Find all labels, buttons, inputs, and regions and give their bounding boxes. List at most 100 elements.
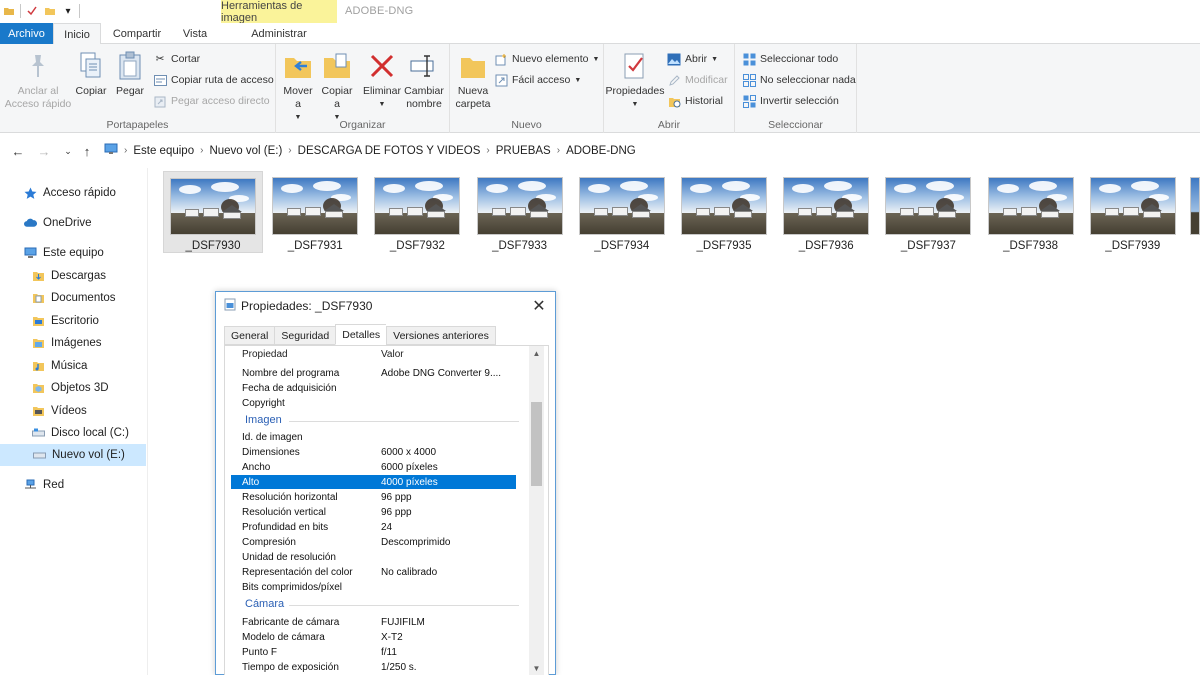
property-row[interactable]: Fecha de adquisición [231, 381, 516, 395]
tab-security[interactable]: Seguridad [274, 326, 336, 345]
paste-shortcut-button[interactable]: Pegar acceso directo [153, 93, 270, 109]
property-row[interactable]: Modelo de cámara X-T2 [231, 630, 516, 644]
property-row[interactable]: Unidad de resolución [231, 550, 516, 564]
close-icon[interactable]: ✕ [529, 296, 549, 316]
nav-item-desktop[interactable]: Escritorio [32, 310, 99, 332]
chevron-right-icon[interactable]: › [288, 145, 291, 156]
tab-home[interactable]: Inicio [53, 23, 101, 45]
pin-quick-access-button[interactable]: Anclar al Acceso rápido [4, 50, 72, 111]
property-row[interactable]: Nombre del programa Adobe DNG Converter … [231, 366, 516, 380]
up-arrow-icon[interactable]: ↑ [80, 143, 94, 159]
select-all-button[interactable]: Seleccionar todo [742, 51, 838, 67]
property-row[interactable]: Copyright [231, 396, 516, 410]
nav-item-this-pc[interactable]: Este equipo [24, 242, 104, 264]
tab-previous-versions[interactable]: Versiones anteriores [386, 326, 496, 345]
property-row[interactable]: Bits comprimidos/píxel [231, 580, 516, 594]
breadcrumb-item[interactable]: DESCARGA DE FOTOS Y VIDEOS [298, 145, 481, 157]
chevron-right-icon[interactable]: › [124, 145, 127, 156]
history-button[interactable]: Historial [667, 93, 723, 109]
file-item[interactable]: _DSF7932 [367, 171, 467, 253]
property-row[interactable]: Tiempo de exposición 1/250 s. [231, 660, 516, 674]
chevron-right-icon[interactable]: › [557, 145, 560, 156]
file-item[interactable]: _DSF7931 [265, 171, 365, 253]
breadcrumb-item[interactable]: ADOBE-DNG [566, 145, 636, 157]
back-arrow-icon[interactable]: ← [11, 143, 25, 159]
computer-icon [24, 247, 37, 260]
tab-manage[interactable]: Administrar [232, 23, 326, 44]
breadcrumb-item[interactable]: PRUEBAS [496, 145, 551, 157]
property-row[interactable]: Dimensiones 6000 x 4000 [231, 445, 516, 459]
property-row[interactable]: Compresión Descomprimido [231, 535, 516, 549]
file-item[interactable]: _DSF7930 [163, 171, 263, 253]
new-item-button[interactable]: Nuevo elemento ▼ [494, 51, 599, 67]
copy-button[interactable]: Copiar [74, 50, 108, 98]
property-key: Nombre del programa [242, 367, 340, 379]
nav-item-local-disk-c[interactable]: Disco local (C:) [32, 422, 129, 444]
scroll-up-arrow-icon[interactable]: ▲ [529, 346, 544, 361]
tab-share[interactable]: Compartir [108, 23, 166, 44]
column-header-value[interactable]: Valor [381, 349, 404, 360]
open-button[interactable]: Abrir ▼ [667, 51, 718, 67]
nav-item-videos[interactable]: Vídeos [32, 400, 87, 422]
easy-access-button[interactable]: Fácil acceso ▼ [494, 72, 581, 88]
property-row-selected[interactable]: Alto 4000 píxeles [231, 475, 516, 489]
file-thumbnail-partial[interactable] [1190, 177, 1200, 235]
select-none-button[interactable]: No seleccionar nada [742, 72, 856, 88]
rename-button[interactable]: Cambiar nombre [404, 50, 444, 111]
nav-item-downloads[interactable]: Descargas [32, 265, 106, 287]
tab-general[interactable]: General [224, 326, 275, 345]
vertical-scrollbar[interactable]: ▲ ▼ [529, 346, 544, 675]
recent-locations-chevron-icon[interactable]: ⌄ [61, 143, 75, 159]
move-to-button[interactable]: Mover a ▼ [282, 50, 314, 124]
breadcrumb-item[interactable]: Este equipo [133, 145, 194, 157]
new-folder-button[interactable]: Nueva carpeta [455, 50, 491, 111]
property-row[interactable]: Punto F f/11 [231, 645, 516, 659]
tab-details[interactable]: Detalles [335, 324, 387, 345]
paste-button[interactable]: Pegar [114, 50, 146, 98]
properties-check-icon[interactable] [25, 4, 39, 18]
nav-item-pictures[interactable]: Imágenes [32, 332, 102, 354]
scroll-down-arrow-icon[interactable]: ▼ [529, 661, 544, 675]
scrollbar-thumb[interactable] [531, 402, 542, 486]
copy-to-button[interactable]: Copiar a ▼ [320, 50, 354, 124]
new-folder-icon[interactable] [43, 4, 57, 18]
file-item[interactable]: _DSF7938 [981, 171, 1081, 253]
file-item[interactable]: _DSF7937 [878, 171, 978, 253]
column-header-property[interactable]: Propiedad [242, 349, 288, 360]
chevron-right-icon[interactable]: › [200, 145, 203, 156]
nav-item-3d-objects[interactable]: Objetos 3D [32, 377, 109, 399]
file-item[interactable]: _DSF7939 [1083, 171, 1183, 253]
nav-item-network[interactable]: Red [24, 474, 64, 496]
edit-button[interactable]: Modificar [667, 72, 728, 88]
nav-item-onedrive[interactable]: OneDrive [24, 212, 92, 234]
delete-button[interactable]: Eliminar ▼ [363, 50, 401, 111]
chevron-right-icon[interactable]: › [486, 145, 489, 156]
file-item[interactable]: _DSF7936 [776, 171, 876, 253]
file-item[interactable]: _DSF7933 [470, 171, 570, 253]
nav-item-quick-access[interactable]: Acceso rápido [24, 182, 116, 204]
property-row[interactable]: Profundidad en bits 24 [231, 520, 516, 534]
property-row[interactable]: Resolución horizontal 96 ppp [231, 490, 516, 504]
properties-button[interactable]: Propiedades ▼ [606, 50, 664, 111]
breadcrumb-item[interactable]: Nuevo vol (E:) [209, 145, 282, 157]
nav-item-music[interactable]: Música [32, 355, 87, 377]
file-item[interactable]: _DSF7935 [674, 171, 774, 253]
property-row[interactable]: Fabricante de cámara FUJIFILM [231, 615, 516, 629]
tab-file[interactable]: Archivo [0, 23, 53, 44]
file-item[interactable]: _DSF7934 [572, 171, 672, 253]
nav-item-new-volume-e[interactable]: Nuevo vol (E:) [0, 444, 146, 466]
cut-button[interactable]: ✂ Cortar [153, 51, 201, 67]
invert-selection-button[interactable]: Invertir selección [742, 93, 839, 109]
folder-icon[interactable] [2, 4, 16, 18]
property-row[interactable]: Id. de imagen [231, 430, 516, 444]
tab-view[interactable]: Vista [172, 23, 218, 44]
customize-dropdown-icon[interactable]: ▾ [61, 4, 75, 18]
cut-label: Cortar [171, 53, 201, 65]
copy-path-button[interactable]: Copiar ruta de acceso [153, 72, 274, 88]
property-row[interactable]: Representación del color No calibrado [231, 565, 516, 579]
property-row[interactable]: Ancho 6000 píxeles [231, 460, 516, 474]
forward-arrow-icon[interactable]: → [37, 143, 51, 159]
computer-icon[interactable] [104, 143, 118, 158]
nav-item-documents[interactable]: Documentos [32, 287, 116, 309]
property-row[interactable]: Resolución vertical 96 ppp [231, 505, 516, 519]
